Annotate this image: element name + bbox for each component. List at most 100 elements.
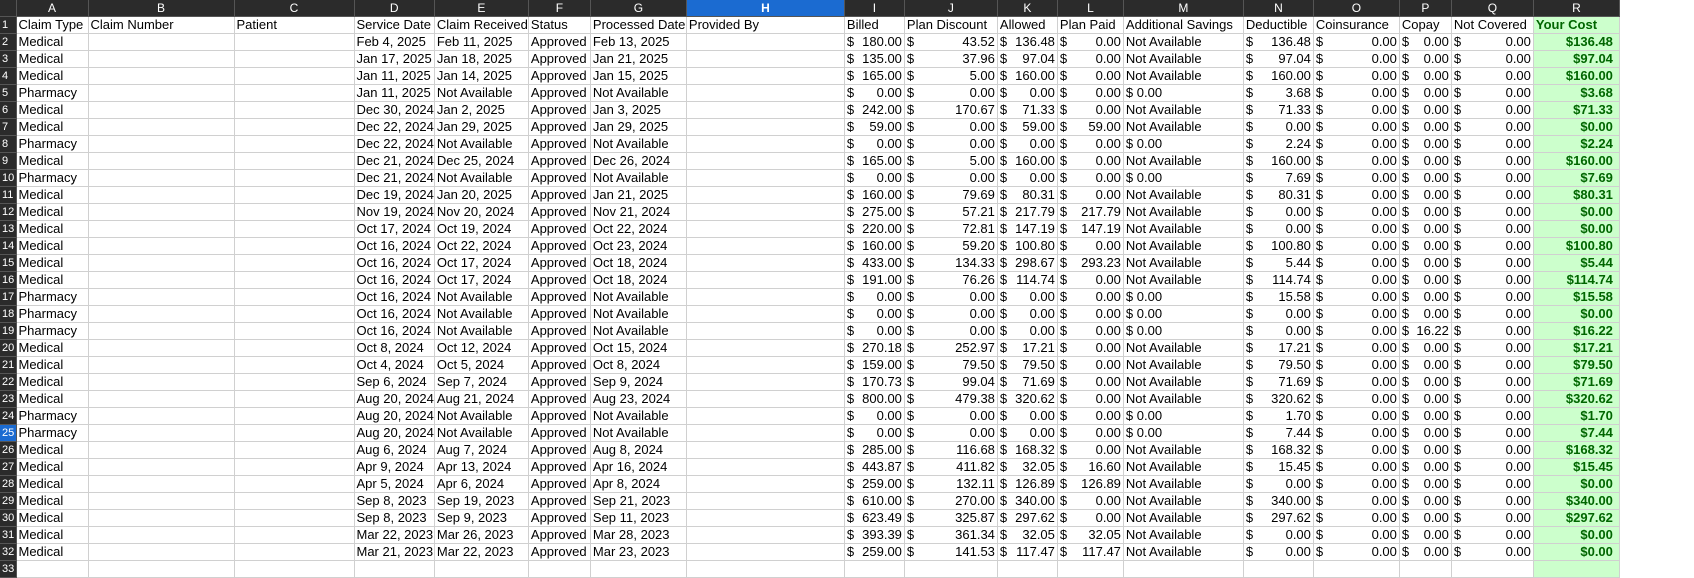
cell-p[interactable]: $0.00 [1399, 475, 1452, 493]
cell-g[interactable]: Jan 21, 2025 [590, 186, 687, 204]
cell-n[interactable]: $340.00 [1243, 492, 1314, 510]
cell-j[interactable]: $0.00 [904, 84, 998, 102]
cell-r[interactable]: $5.44 [1533, 254, 1620, 272]
cell-e[interactable]: Oct 19, 2024 [434, 220, 529, 238]
cell-h[interactable] [686, 305, 845, 323]
empty-cell[interactable] [1533, 560, 1620, 578]
row-number[interactable]: 32 [0, 543, 17, 561]
cell-d[interactable]: Apr 9, 2024 [354, 458, 435, 476]
cell-k[interactable]: $114.74 [997, 271, 1058, 289]
row-number[interactable]: 9 [0, 152, 17, 170]
cell-n[interactable]: $7.69 [1243, 169, 1314, 187]
cell-h[interactable] [686, 322, 845, 340]
cell-g[interactable]: Not Available [590, 305, 687, 323]
cell-n[interactable]: $71.33 [1243, 101, 1314, 119]
column-letter-n[interactable]: N [1243, 0, 1314, 17]
cell-o[interactable]: $0.00 [1313, 220, 1400, 238]
empty-cell[interactable] [904, 560, 998, 578]
cell-m[interactable]: $ 0.00 [1123, 135, 1244, 153]
cell-i[interactable]: $160.00 [844, 237, 905, 255]
cell-o[interactable]: $0.00 [1313, 492, 1400, 510]
cell-q[interactable]: $0.00 [1451, 288, 1534, 306]
cell-i[interactable]: $259.00 [844, 475, 905, 493]
cell-f[interactable]: Approved [528, 101, 591, 119]
cell-r[interactable]: $16.22 [1533, 322, 1620, 340]
cell-q[interactable]: $0.00 [1451, 101, 1534, 119]
cell-g[interactable]: Oct 18, 2024 [590, 254, 687, 272]
column-letter-e[interactable]: E [434, 0, 529, 17]
cell-g[interactable]: Not Available [590, 169, 687, 187]
cell-c[interactable] [234, 424, 355, 442]
cell-m[interactable]: Not Available [1123, 254, 1244, 272]
cell-l[interactable]: $126.89 [1057, 475, 1124, 493]
cell-g[interactable]: Jan 15, 2025 [590, 67, 687, 85]
cell-n[interactable]: $79.50 [1243, 356, 1314, 374]
cell-o[interactable]: $0.00 [1313, 288, 1400, 306]
cell-o[interactable]: $0.00 [1313, 509, 1400, 527]
cell-m[interactable]: Not Available [1123, 492, 1244, 510]
cell-a[interactable]: Medical [16, 152, 89, 170]
cell-n[interactable]: $0.00 [1243, 475, 1314, 493]
cell-h[interactable] [686, 67, 845, 85]
cell-e[interactable]: Jan 20, 2025 [434, 186, 529, 204]
cell-c[interactable] [234, 322, 355, 340]
row-number[interactable]: 28 [0, 475, 17, 493]
cell-e[interactable]: Dec 25, 2024 [434, 152, 529, 170]
cell-g[interactable]: Not Available [590, 322, 687, 340]
cell-o[interactable]: $0.00 [1313, 322, 1400, 340]
cell-r[interactable]: $340.00 [1533, 492, 1620, 510]
cell-f[interactable]: Approved [528, 407, 591, 425]
cell-f[interactable]: Approved [528, 492, 591, 510]
cell-j[interactable]: $479.38 [904, 390, 998, 408]
cell-a[interactable]: Medical [16, 543, 89, 561]
cell-h[interactable] [686, 186, 845, 204]
cell-k[interactable]: $298.67 [997, 254, 1058, 272]
column-letter-g[interactable]: G [590, 0, 687, 17]
cell-n[interactable]: $0.00 [1243, 322, 1314, 340]
cell-h[interactable] [686, 237, 845, 255]
cell-b[interactable] [88, 441, 235, 459]
cell-d[interactable]: Oct 16, 2024 [354, 305, 435, 323]
empty-cell[interactable] [1451, 560, 1534, 578]
cell-c[interactable] [234, 407, 355, 425]
cell-b[interactable] [88, 237, 235, 255]
cell-f[interactable]: Approved [528, 305, 591, 323]
cell-f[interactable]: Approved [528, 322, 591, 340]
cell-f[interactable]: Approved [528, 169, 591, 187]
cell-b[interactable] [88, 186, 235, 204]
cell-a[interactable]: Pharmacy [16, 135, 89, 153]
empty-cell[interactable] [1243, 560, 1314, 578]
cell-q[interactable]: $0.00 [1451, 84, 1534, 102]
cell-q[interactable]: $0.00 [1451, 458, 1534, 476]
cell-m[interactable]: Not Available [1123, 152, 1244, 170]
cell-i[interactable]: $0.00 [844, 305, 905, 323]
cell-j[interactable]: $0.00 [904, 118, 998, 136]
cell-a[interactable]: Medical [16, 526, 89, 544]
cell-d[interactable]: Aug 6, 2024 [354, 441, 435, 459]
column-letter-k[interactable]: K [997, 0, 1058, 17]
cell-h[interactable] [686, 509, 845, 527]
cell-f[interactable]: Approved [528, 118, 591, 136]
cell-e[interactable]: Not Available [434, 424, 529, 442]
cell-d[interactable]: Oct 16, 2024 [354, 237, 435, 255]
cell-g[interactable]: Jan 3, 2025 [590, 101, 687, 119]
cell-g[interactable]: Not Available [590, 84, 687, 102]
cell-a[interactable]: Medical [16, 203, 89, 221]
cell-i[interactable]: $0.00 [844, 322, 905, 340]
cell-q[interactable]: $0.00 [1451, 50, 1534, 68]
cell-q[interactable]: $0.00 [1451, 237, 1534, 255]
cell-q[interactable]: $0.00 [1451, 509, 1534, 527]
cell-b[interactable] [88, 322, 235, 340]
cell-l[interactable]: $59.00 [1057, 118, 1124, 136]
column-letter-b[interactable]: B [88, 0, 235, 17]
cell-d[interactable]: Oct 8, 2024 [354, 339, 435, 357]
cell-g[interactable]: Oct 22, 2024 [590, 220, 687, 238]
column-header-c[interactable]: Patient [234, 16, 355, 34]
cell-i[interactable]: $59.00 [844, 118, 905, 136]
cell-a[interactable]: Pharmacy [16, 288, 89, 306]
cell-h[interactable] [686, 33, 845, 51]
empty-cell[interactable] [16, 560, 89, 578]
cell-k[interactable]: $59.00 [997, 118, 1058, 136]
cell-b[interactable] [88, 356, 235, 374]
cell-m[interactable]: $ 0.00 [1123, 305, 1244, 323]
